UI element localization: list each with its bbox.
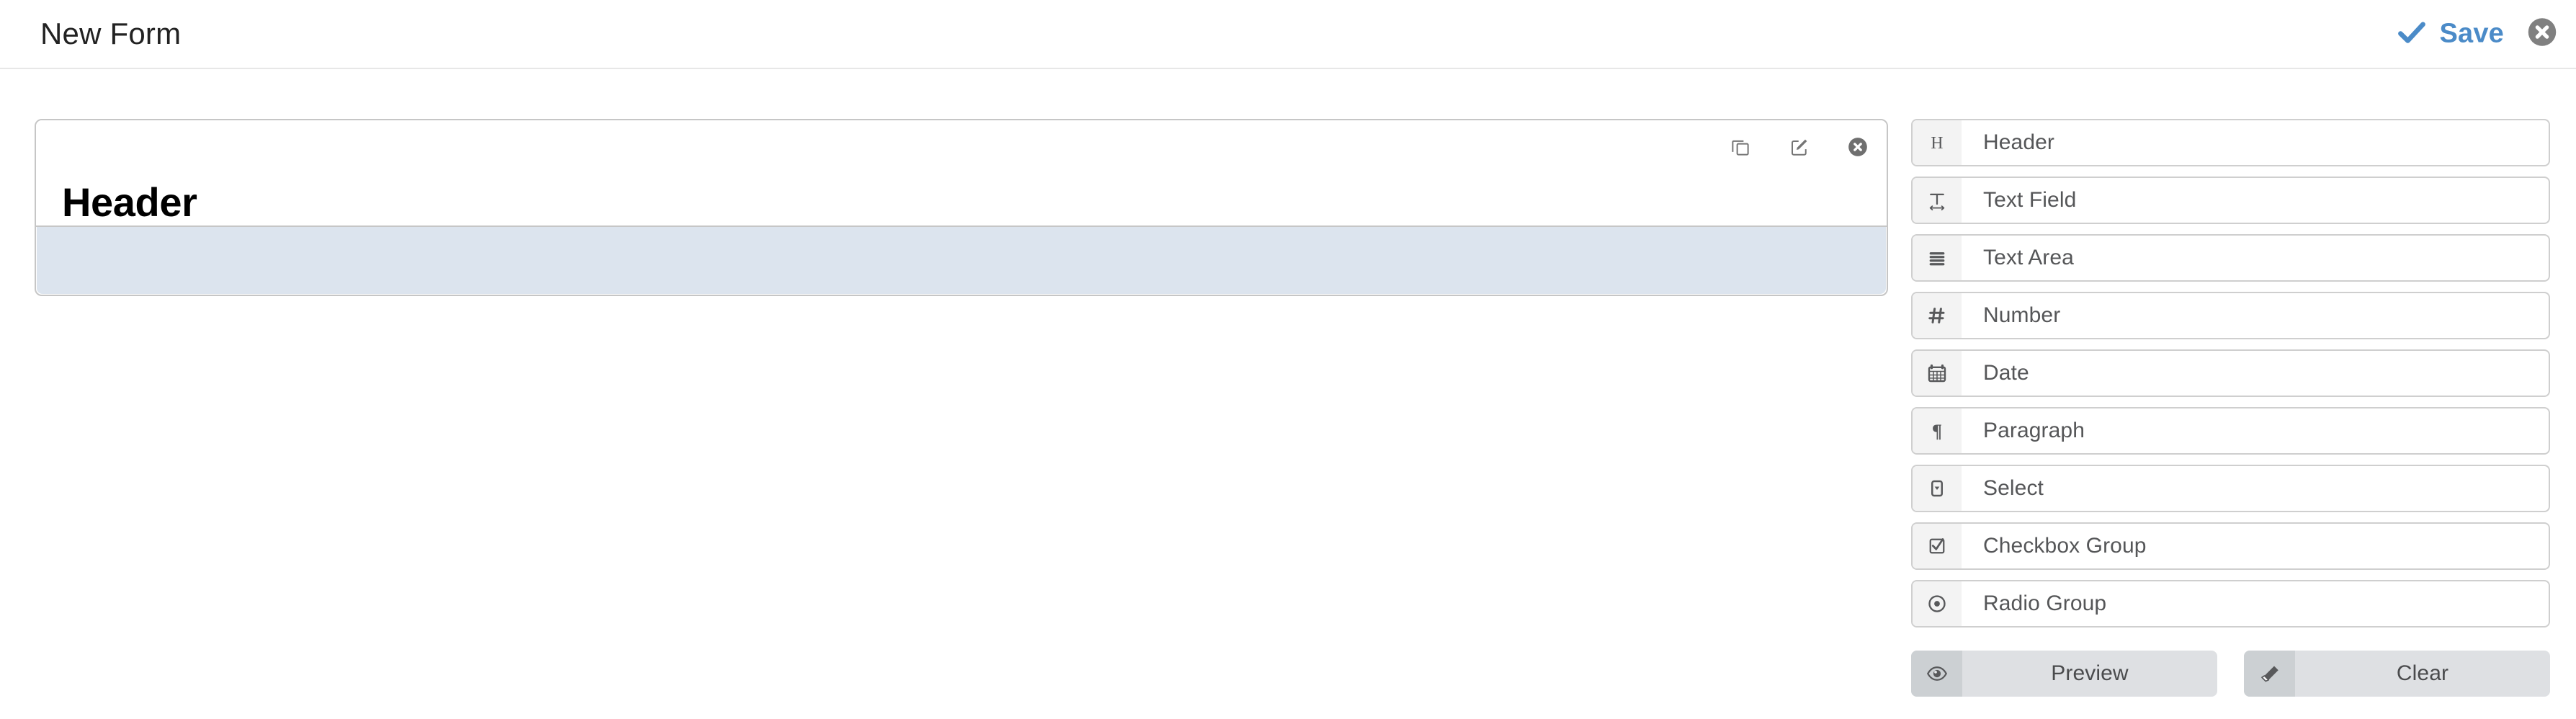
header-actions: Save <box>2396 17 2557 51</box>
palette-action-row: Preview Clear <box>1911 651 2550 697</box>
calendar-icon <box>1913 351 1962 396</box>
palette-item-label: Paragraph <box>1983 419 2085 442</box>
palette-item-label: Date <box>1983 361 2029 385</box>
dot-circle-icon <box>1913 581 1962 626</box>
clear-button[interactable]: Clear <box>2244 651 2550 697</box>
heading-icon: H <box>1913 120 1962 165</box>
palette-item-header[interactable]: H Header <box>1911 119 2550 166</box>
component-palette: H Header Text Field Text Area Number Dat… <box>1911 119 2550 638</box>
save-button[interactable]: Save <box>2396 17 2504 51</box>
hashtag-icon <box>1913 293 1962 338</box>
palette-item-radio-group[interactable]: Radio Group <box>1911 580 2550 628</box>
svg-text:H: H <box>1931 134 1943 153</box>
palette-item-label: Checkbox Group <box>1983 534 2147 558</box>
check-square-icon <box>1913 524 1962 568</box>
palette-item-label: Header <box>1983 130 2054 154</box>
palette-item-paragraph[interactable]: ¶ Paragraph <box>1911 407 2550 455</box>
palette-item-text-field[interactable]: Text Field <box>1911 177 2550 224</box>
palette-item-label: Select <box>1983 476 2044 500</box>
text-width-icon <box>1913 178 1962 223</box>
form-field-header[interactable]: Header <box>36 120 1887 227</box>
preview-button-label: Preview <box>2051 661 2129 685</box>
remove-icon[interactable] <box>1848 137 1868 157</box>
edit-icon[interactable] <box>1789 136 1810 158</box>
palette-item-text-area[interactable]: Text Area <box>1911 234 2550 282</box>
clear-button-label: Clear <box>2396 661 2449 685</box>
field-action-group <box>1730 136 1868 158</box>
field-header-label: Header <box>62 179 197 225</box>
palette-item-checkbox-group[interactable]: Checkbox Group <box>1911 522 2550 570</box>
copy-icon[interactable] <box>1730 136 1751 158</box>
palette-item-date[interactable]: Date <box>1911 349 2550 397</box>
save-button-label: Save <box>2439 18 2504 49</box>
palette-item-label: Text Area <box>1983 246 2074 269</box>
form-dropzone[interactable] <box>37 227 1886 294</box>
palette-item-select[interactable]: Select <box>1911 465 2550 512</box>
eye-icon <box>1911 651 1962 697</box>
caret-square-down-icon <box>1913 466 1962 511</box>
app-header-bar: New Form Save <box>0 0 2576 69</box>
eraser-icon <box>2244 651 2295 697</box>
palette-item-number[interactable]: Number <box>1911 292 2550 339</box>
palette-item-label: Radio Group <box>1983 591 2107 615</box>
check-icon <box>2396 17 2428 51</box>
svg-text:¶: ¶ <box>1932 421 1942 442</box>
close-circle-icon[interactable] <box>2527 17 2557 51</box>
preview-button[interactable]: Preview <box>1911 651 2217 697</box>
form-canvas[interactable]: Header <box>35 119 1888 296</box>
palette-item-label: Number <box>1983 303 2061 327</box>
paragraph-icon: ¶ <box>1913 408 1962 453</box>
page-title: New Form <box>40 17 182 50</box>
palette-item-label: Text Field <box>1983 188 2077 212</box>
align-justify-icon <box>1913 236 1962 280</box>
